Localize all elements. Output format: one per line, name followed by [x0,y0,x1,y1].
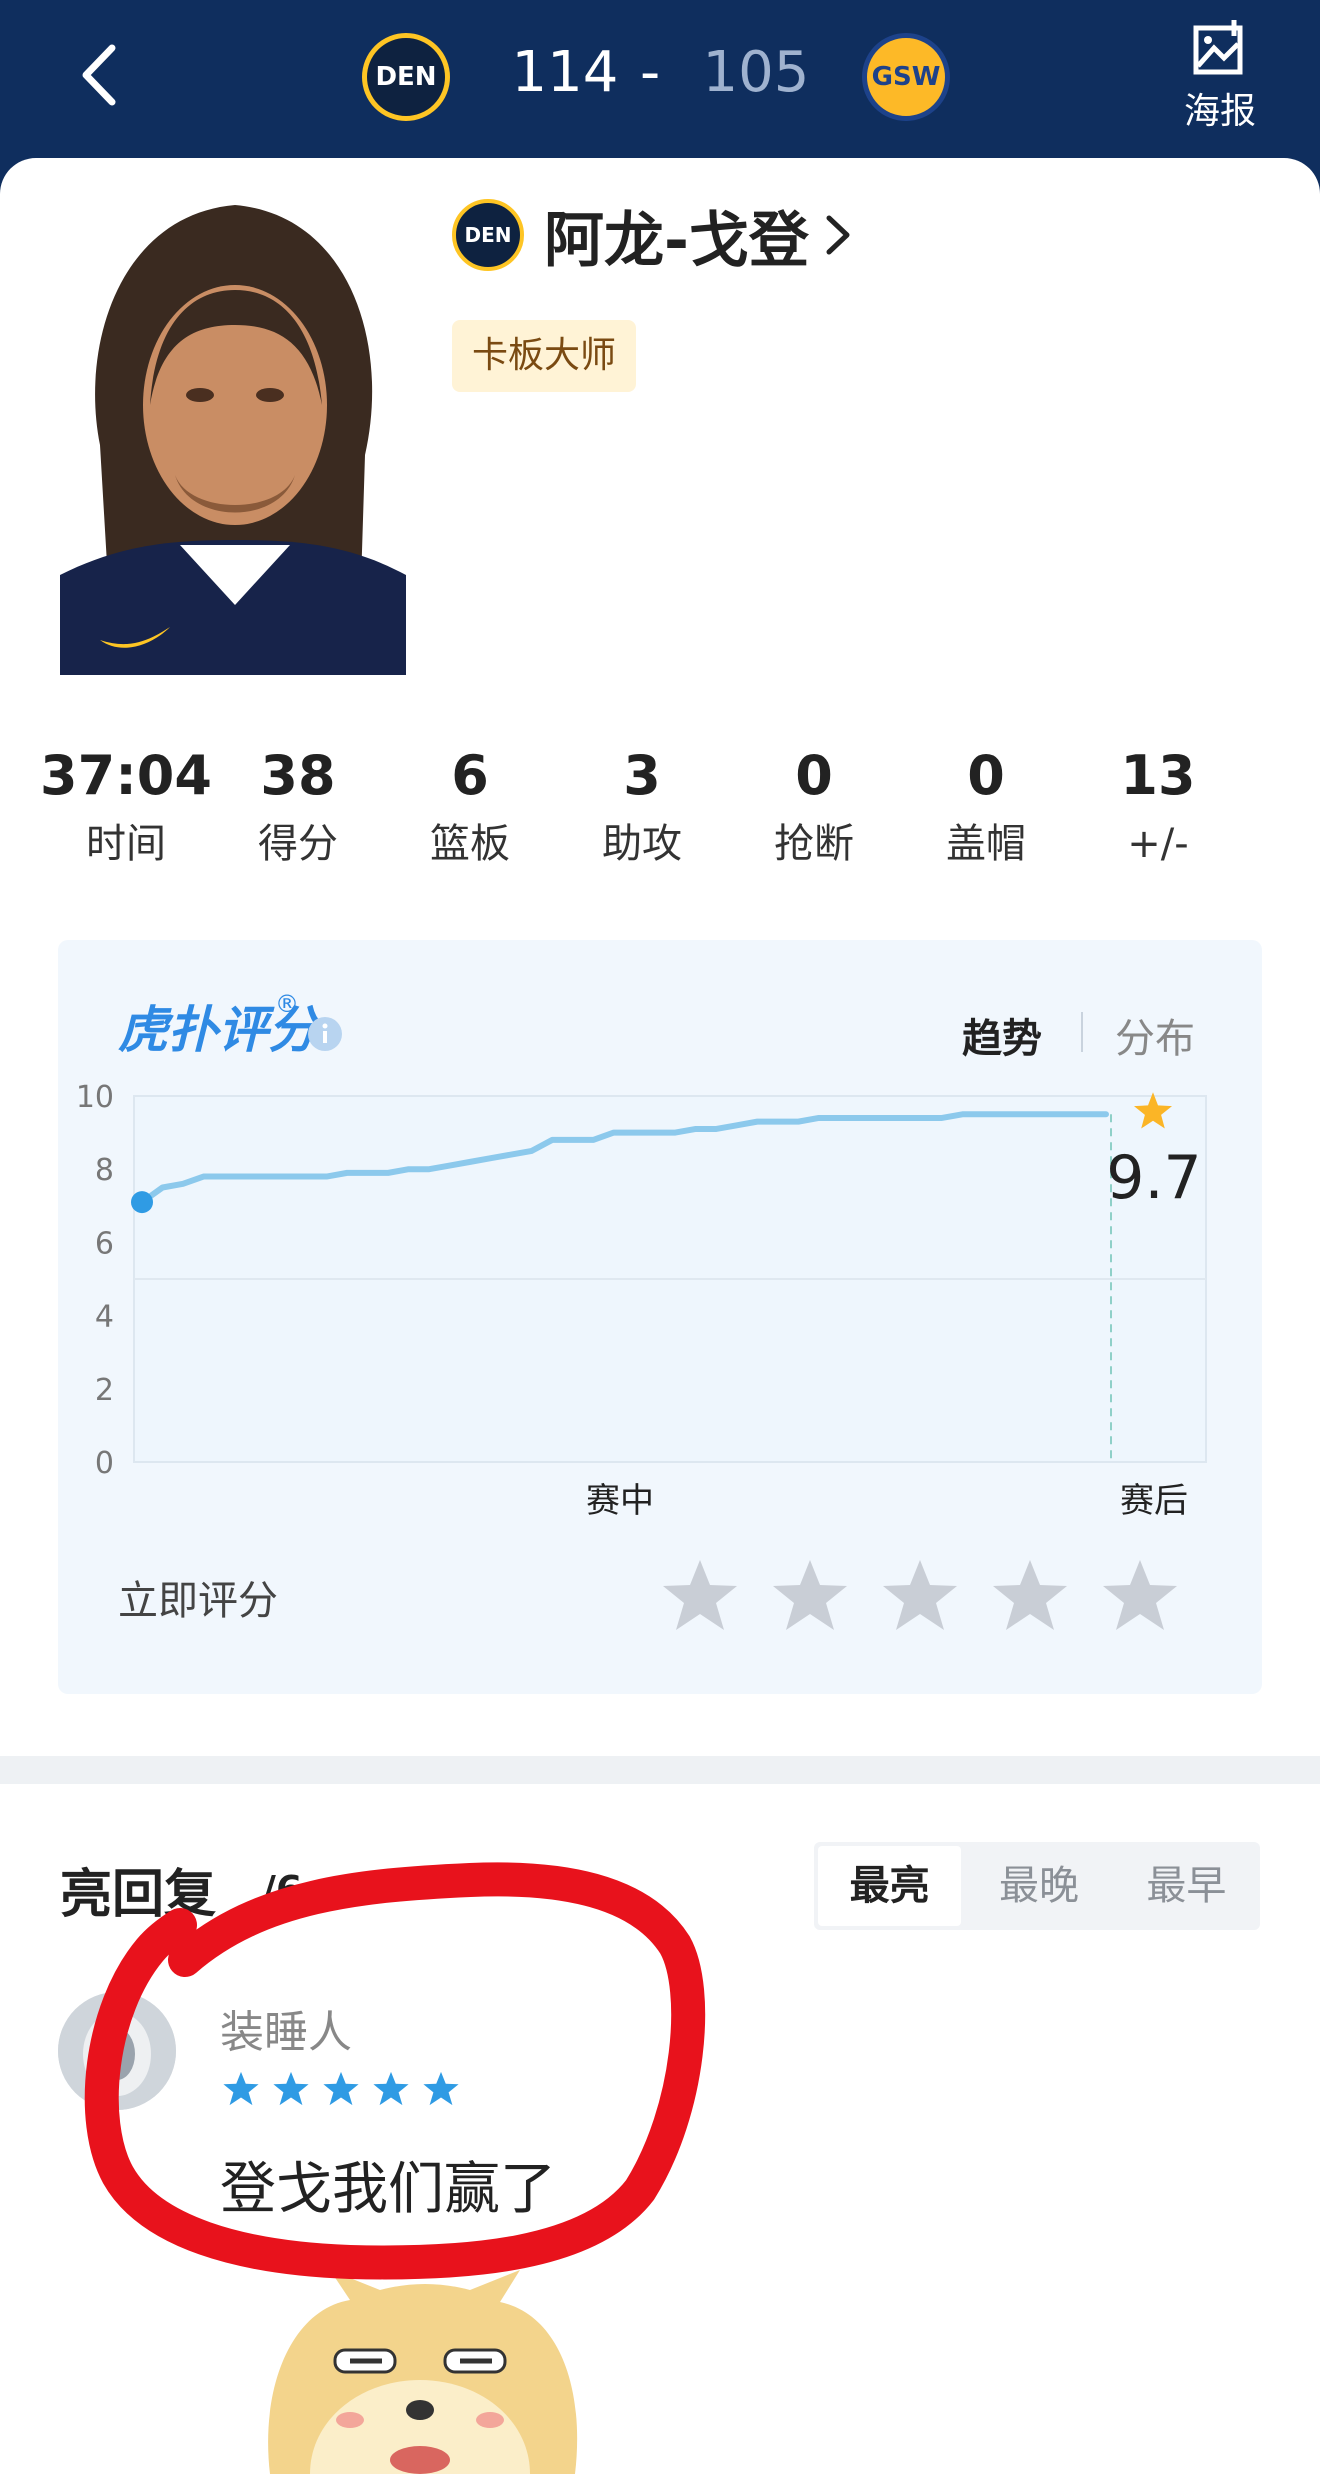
star-icon [373,2071,409,2106]
poster-label: 海报 [1183,91,1256,132]
section-divider [0,1756,1320,1784]
stat-value: 0 [967,744,1005,807]
y-tick-label: 6 [95,1226,114,1261]
star-icon [223,2071,259,2106]
stats-row: 37:04 时间 38 得分 6 篮板 3 助攻 0 抢断 0 盖帽 13 +/… [40,738,1280,888]
sort-tab-brightest[interactable]: 最亮 [818,1846,962,1926]
stat-label: 抢断 [774,821,854,867]
rating-trend-chart: 0 2 4 6 8 10 9.7 赛中 赛后 [76,1080,1207,1521]
back-button[interactable] [70,40,130,110]
stat-points: 38 得分 [212,738,384,888]
y-tick-label: 0 [95,1446,114,1481]
player-name: 阿龙-戈登 [544,205,809,276]
star-icon[interactable] [990,1556,1070,1636]
star-icon[interactable] [770,1556,850,1636]
stat-value: 3 [623,744,661,807]
player-name-row[interactable]: DEN 阿龙-戈登 [452,190,853,280]
reply-username[interactable]: 装睡人 [220,1996,352,2060]
stat-minutes: 37:04 时间 [40,738,212,888]
stat-value: 0 [795,744,833,807]
y-tick-label: 10 [76,1080,114,1115]
stat-assists: 3 助攻 [556,738,728,888]
back-arrow-icon [82,44,116,106]
chevron-right-icon [826,215,850,255]
player-badge: 卡板大师 [452,320,637,392]
registered-mark: ® [275,990,299,1018]
sort-tabs: 最亮 最晚 最早 [814,1842,1260,1930]
reply-text: 登戈我们赢了 [220,2157,556,2222]
away-team-logo[interactable]: GSW [862,33,950,121]
home-team-logo[interactable]: DEN [362,33,450,121]
sort-tab-earliest[interactable]: 最早 [1113,1842,1260,1930]
tab-distribution[interactable]: 分布 [1115,1006,1195,1064]
stat-rebounds: 6 篮板 [384,738,556,888]
y-tick-label: 8 [95,1153,114,1188]
star-icon[interactable] [880,1556,960,1636]
star-icon [423,2071,459,2106]
rate-stars[interactable] [660,1556,1210,1636]
score-separator: - [640,40,661,105]
y-tick-label: 2 [95,1373,114,1408]
dog-sticker-image [268,2270,578,2474]
stat-label: 助攻 [602,821,682,867]
player-photo [60,195,406,675]
replies-count: /6 [262,1868,303,1912]
stat-label: 时间 [86,821,166,867]
info-icon[interactable] [307,1016,343,1052]
stat-label: 盖帽 [946,821,1026,867]
sort-tab-latest[interactable]: 最晚 [965,1842,1112,1930]
poster-button[interactable]: 海报 [1170,18,1270,138]
rate-now-label: 立即评分 [118,1578,278,1624]
player-team-logo: DEN [452,199,524,271]
stat-steals: 0 抢断 [728,738,900,888]
stat-value: 37:04 [40,744,212,807]
star-icon [273,2071,309,2106]
image-poster-icon [1193,20,1243,75]
reply-rating-stars [222,2070,472,2108]
home-score: 114 [511,40,619,105]
stat-value: 38 [260,744,336,807]
final-score-label: 9.7 [1106,1143,1201,1213]
stat-label: 得分 [258,821,338,867]
stat-value: 6 [451,744,489,807]
avatar[interactable] [58,1992,176,2110]
tab-trend[interactable]: 趋势 [962,1006,1042,1064]
stat-label: 篮板 [430,821,510,867]
away-score: 105 [702,40,810,105]
stat-blocks: 0 盖帽 [900,738,1072,888]
star-icon [323,2071,359,2106]
stat-value: 13 [1120,744,1196,807]
replies-title: 亮回复 [60,1865,217,1925]
x-label-end: 赛后 [1120,1481,1188,1521]
star-icon[interactable] [1100,1556,1180,1636]
star-icon[interactable] [660,1556,740,1636]
start-point [131,1191,153,1214]
stat-label: +/- [1127,821,1189,867]
x-label-mid: 赛中 [586,1481,654,1521]
tab-divider [1081,1012,1083,1052]
stat-plus-minus: 13 +/- [1072,738,1244,888]
y-tick-label: 4 [95,1300,114,1335]
